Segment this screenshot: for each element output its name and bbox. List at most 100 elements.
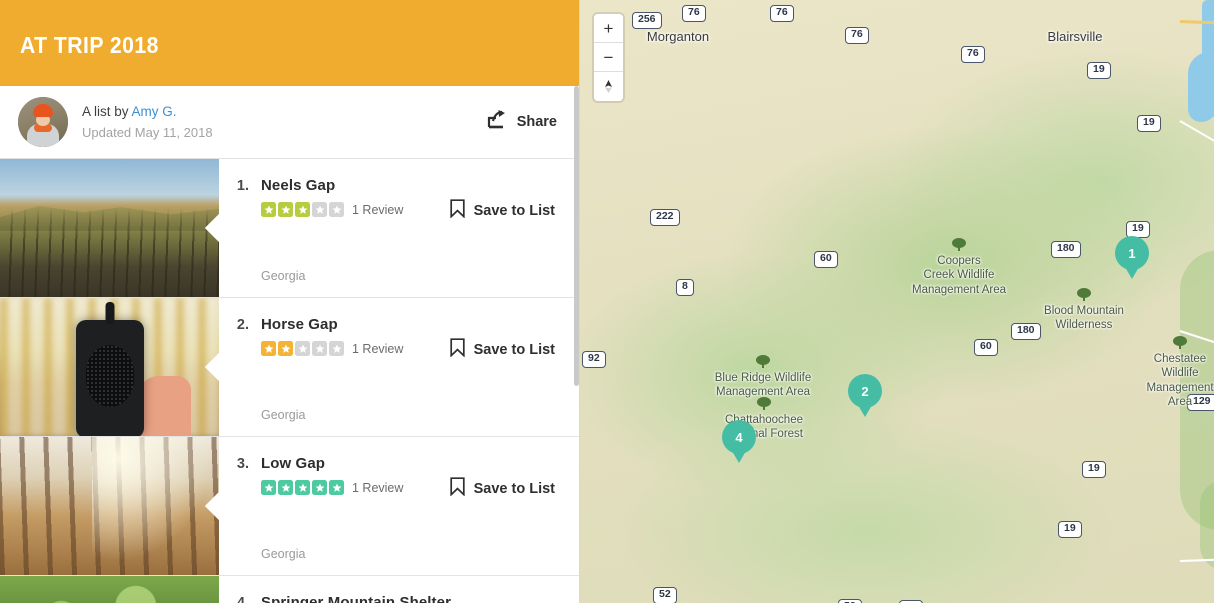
page-title: AT TRIP 2018 xyxy=(20,32,159,58)
author-prefix: A list by xyxy=(82,103,132,119)
rating-star xyxy=(278,202,293,217)
bookmark-icon xyxy=(449,199,465,223)
rating-star xyxy=(312,480,327,495)
route-shield: 19 xyxy=(1087,62,1111,79)
star-rating xyxy=(261,480,344,495)
route-shield: 222 xyxy=(650,209,680,226)
share-button[interactable]: Share xyxy=(487,110,557,134)
place-thumbnail[interactable] xyxy=(0,576,219,603)
route-shield: 8 xyxy=(676,279,694,296)
byline-text: A list by Amy G. Updated May 11, 2018 xyxy=(82,103,213,142)
star-rating xyxy=(261,202,344,217)
route-shield: 19 xyxy=(1137,115,1161,132)
route-shield: 180 xyxy=(1011,323,1041,340)
route-shield: 76 xyxy=(845,27,869,44)
author-link[interactable]: Amy G. xyxy=(132,104,177,119)
place-rank: 1. xyxy=(236,178,249,194)
place-content: 4. Springer Mountain Shelter xyxy=(219,576,579,603)
list-panel: AT TRIP 2018 A list by Amy G. Updated Ma… xyxy=(0,0,580,603)
save-to-list-button[interactable]: Save to List xyxy=(449,477,555,501)
list-map-page: AT TRIP 2018 A list by Amy G. Updated Ma… xyxy=(0,0,1214,603)
protected-area-label: Chestatee Wildlife Management Area xyxy=(1146,353,1214,409)
bookmark-icon xyxy=(449,477,465,501)
map-marker-1[interactable]: 1 xyxy=(1115,236,1149,270)
thumbnail-notch xyxy=(204,352,219,382)
author-line: A list by Amy G. xyxy=(82,103,213,121)
save-to-list-label: Save to List xyxy=(473,203,555,219)
lake-feature xyxy=(1188,52,1214,122)
rating-star xyxy=(329,480,344,495)
place-thumbnail[interactable] xyxy=(0,159,219,297)
list-item[interactable]: 1. Neels Gap 1 Review Save to List Georgia xyxy=(0,159,579,298)
map-marker-2[interactable]: 2 xyxy=(848,374,882,408)
save-to-list-button[interactable]: Save to List xyxy=(449,338,555,362)
city-label: Blairsville xyxy=(1047,29,1103,44)
list-item[interactable]: 2. Horse Gap 1 Review Save to List Georgia xyxy=(0,298,579,437)
save-to-list-label: Save to List xyxy=(473,342,555,358)
map-marker-4[interactable]: 4 xyxy=(722,420,756,454)
list-item[interactable]: 4. Springer Mountain Shelter xyxy=(0,576,579,603)
place-thumbnail[interactable] xyxy=(0,298,219,436)
place-content: 3. Low Gap 1 Review Save to List Georgia xyxy=(219,437,579,575)
place-name[interactable]: Low Gap xyxy=(261,455,579,472)
save-to-list-button[interactable]: Save to List xyxy=(449,199,555,223)
bookmark-icon xyxy=(449,338,465,362)
route-shield: 76 xyxy=(770,5,794,22)
place-name[interactable]: Horse Gap xyxy=(261,316,579,333)
rating-star xyxy=(261,202,276,217)
share-label: Share xyxy=(516,114,557,130)
compass-icon[interactable] xyxy=(594,72,623,101)
rating-star xyxy=(329,341,344,356)
review-count: 1 Review xyxy=(352,480,404,495)
avatar[interactable] xyxy=(18,97,68,147)
zoom-out-button[interactable]: − xyxy=(594,43,623,72)
place-region: Georgia xyxy=(261,547,306,561)
speaker-grill xyxy=(85,344,134,407)
protected-area-label: Coopers Creek Wildlife Management Area xyxy=(912,255,1006,296)
place-region: Georgia xyxy=(261,408,306,422)
map-view[interactable]: 256 76 76 76 76 19 19 222 8 60 180 19 180 60 92 129 19 19… xyxy=(580,0,1214,603)
rating-star xyxy=(261,341,276,356)
city-label: Morganton xyxy=(646,29,710,44)
rating-star xyxy=(295,202,310,217)
place-rank: 3. xyxy=(236,456,249,472)
forest-area xyxy=(1200,480,1214,570)
place-name[interactable]: Springer Mountain Shelter xyxy=(261,594,579,603)
route-shield: 52 xyxy=(653,587,677,603)
route-shield: 19 xyxy=(1058,521,1082,538)
places-list: 1. Neels Gap 1 Review Save to List Georgia 2.… xyxy=(0,159,579,603)
hand-shape xyxy=(137,376,191,436)
place-rank: 4. xyxy=(236,595,249,603)
place-content: 1. Neels Gap 1 Review Save to List Georgia xyxy=(219,159,579,297)
route-shield: 76 xyxy=(961,46,985,63)
rating-star xyxy=(295,480,310,495)
zoom-in-button[interactable]: + xyxy=(594,14,623,43)
review-count: 1 Review xyxy=(352,341,404,356)
rating-star xyxy=(295,341,310,356)
thumbnail-notch xyxy=(204,491,219,521)
rating-star xyxy=(312,341,327,356)
place-rank: 2. xyxy=(236,317,249,333)
place-name[interactable]: Neels Gap xyxy=(261,177,579,194)
place-region: Georgia xyxy=(261,269,306,283)
rating-star xyxy=(312,202,327,217)
route-shield: 180 xyxy=(1051,241,1081,258)
rating-star xyxy=(278,341,293,356)
route-shield: 19 xyxy=(1082,461,1106,478)
route-shield: 52 xyxy=(838,599,862,603)
rating-star xyxy=(261,480,276,495)
route-shield: 256 xyxy=(632,12,662,29)
route-shield: 76 xyxy=(682,5,706,22)
place-content: 2. Horse Gap 1 Review Save to List Georgia xyxy=(219,298,579,436)
avatar-hat xyxy=(33,104,53,117)
review-count: 1 Review xyxy=(352,202,404,217)
map-zoom-controls[interactable]: + − xyxy=(594,14,623,101)
save-to-list-label: Save to List xyxy=(473,481,555,497)
list-byline: A list by Amy G. Updated May 11, 2018 Sh… xyxy=(0,86,579,159)
list-item[interactable]: 3. Low Gap 1 Review Save to List Georgia xyxy=(0,437,579,576)
star-rating xyxy=(261,341,344,356)
place-thumbnail[interactable] xyxy=(0,437,219,575)
panel-scrollbar[interactable] xyxy=(574,86,579,386)
rating-star xyxy=(329,202,344,217)
thumbnail-notch xyxy=(204,213,219,243)
